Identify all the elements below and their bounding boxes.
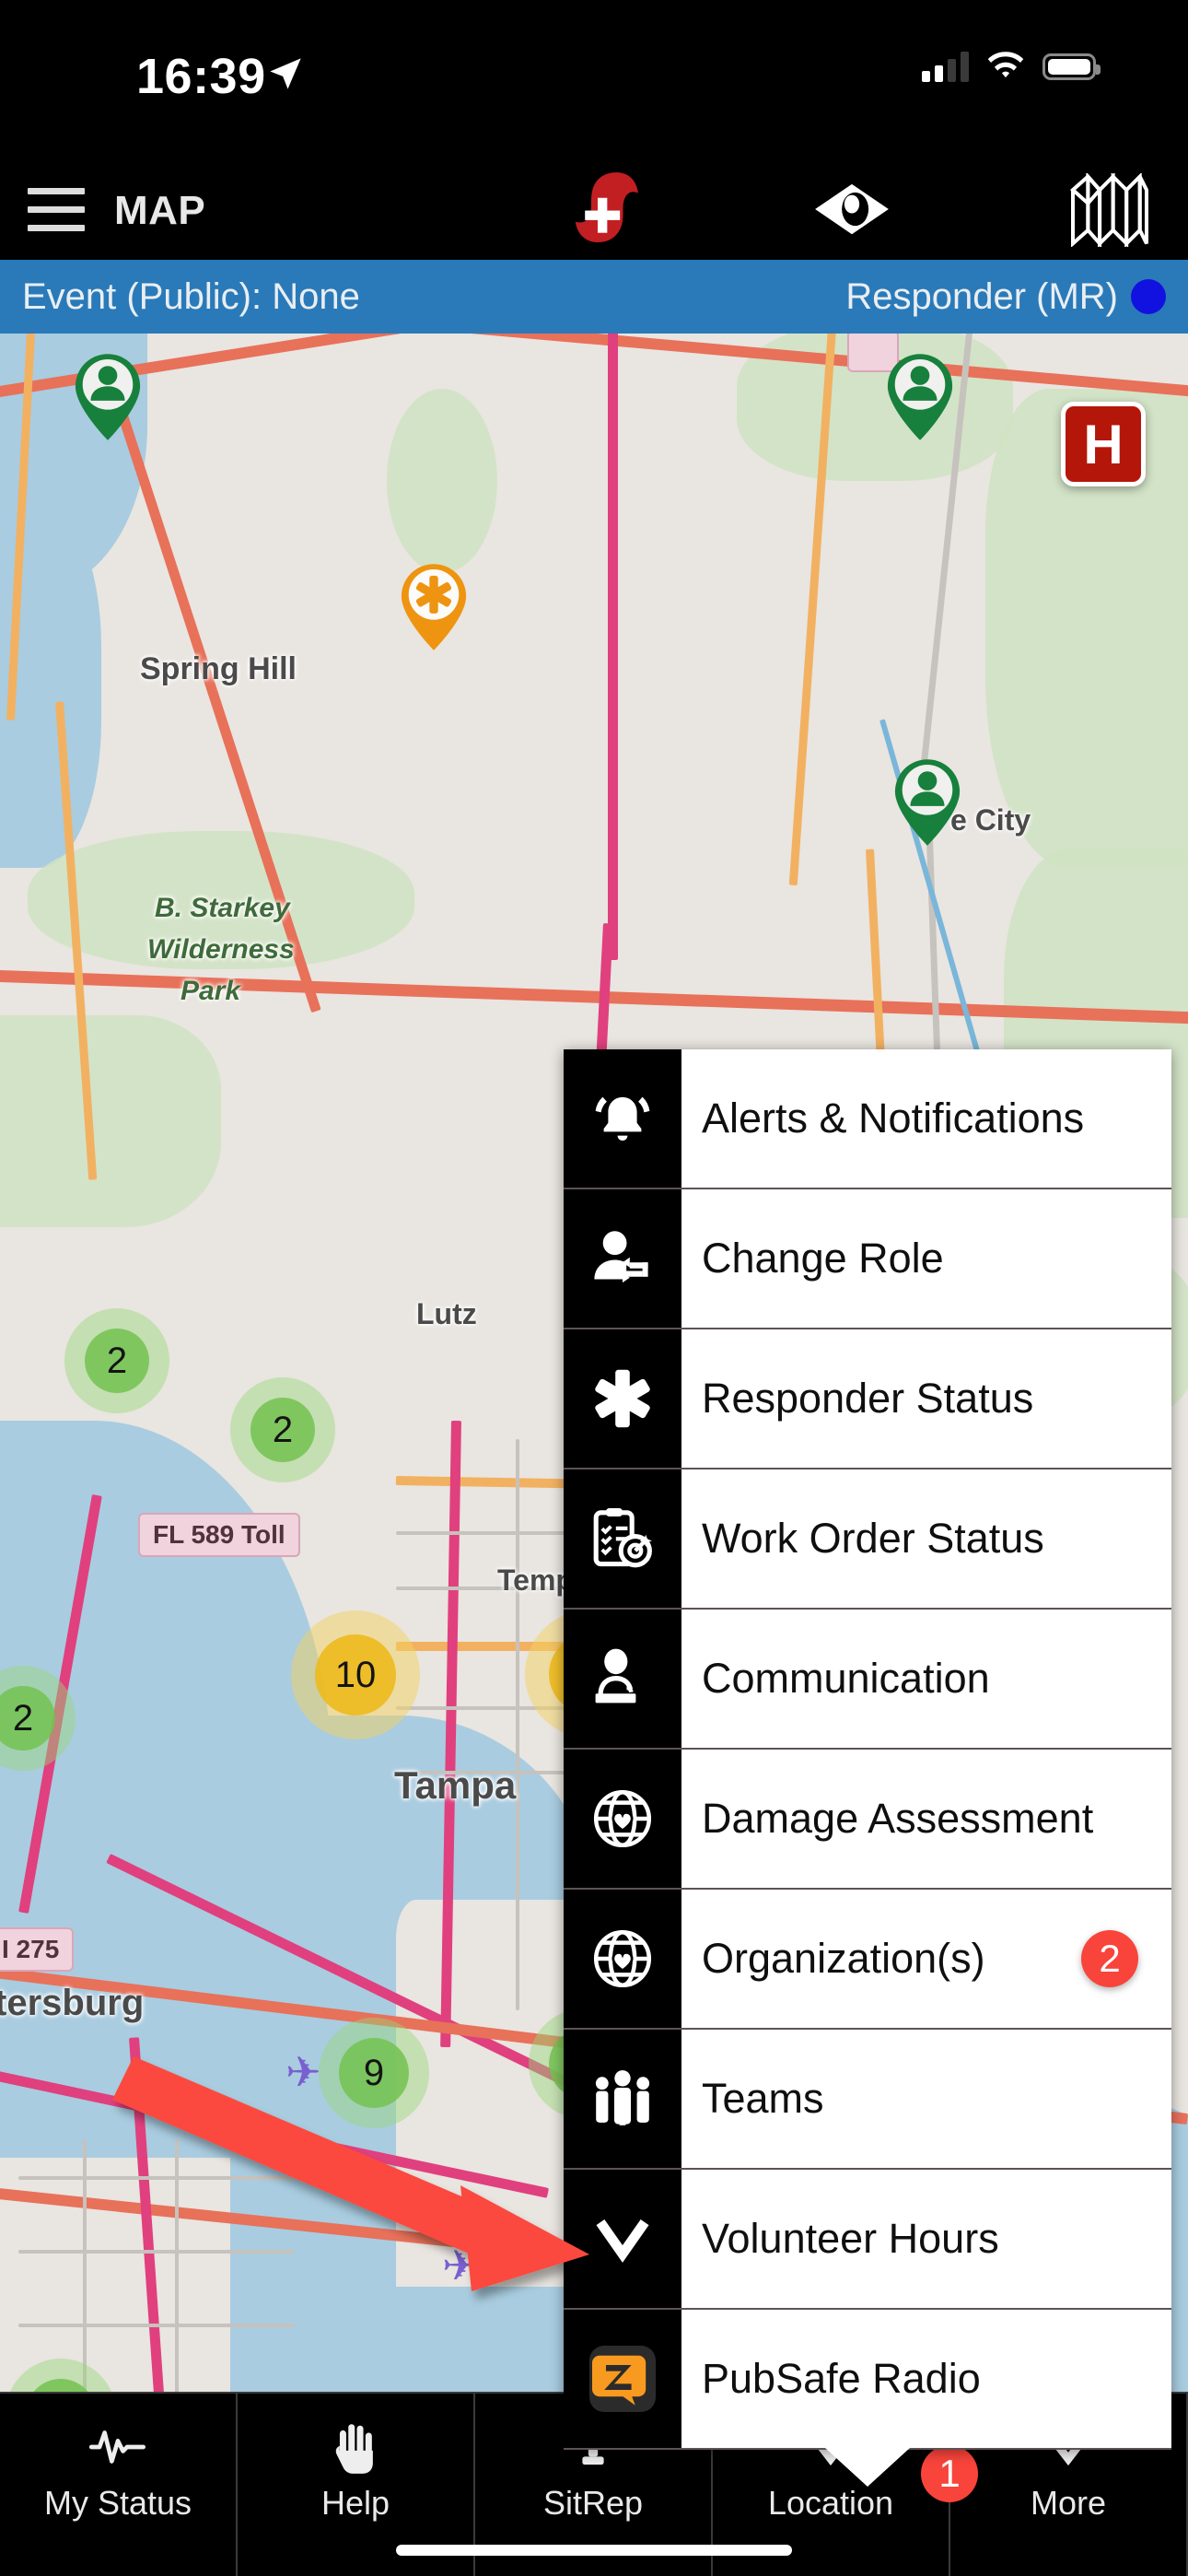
- map-cluster[interactable]: 2: [250, 1398, 315, 1462]
- battery-icon: [1042, 53, 1101, 80]
- menu-item-label: Responder Status: [702, 1375, 1034, 1422]
- wifi-icon: [987, 52, 1024, 78]
- responder-pin-icon[interactable]: [884, 352, 956, 442]
- role-indicator[interactable]: Responder (MR): [845, 276, 1166, 318]
- road-shield: I 275: [0, 1927, 75, 1972]
- pulse-waveform-icon: [89, 2414, 146, 2480]
- status-bar-clock: 16:39: [136, 49, 266, 104]
- map-label: B. Starkey: [155, 893, 290, 923]
- pubsafe-logo-icon[interactable]: [547, 168, 648, 260]
- menu-item-label: Teams: [702, 2075, 824, 2122]
- menu-item-volunteer-hours[interactable]: Volunteer Hours: [564, 2170, 1171, 2310]
- menu-pointer-tail: [825, 2448, 910, 2487]
- menu-item-communication[interactable]: Communication: [564, 1610, 1171, 1750]
- globe-heart-icon: [564, 1890, 681, 2028]
- chevron-down-icon: [564, 2170, 681, 2308]
- map-label: Wilderness: [147, 934, 295, 965]
- tab-label: SitRep: [542, 2484, 644, 2522]
- menu-item-label: Work Order Status: [702, 1515, 1044, 1562]
- map-label: Spring Hill: [140, 651, 297, 686]
- zello-radio-icon: [564, 2310, 681, 2448]
- page-title: MAP: [114, 188, 206, 233]
- map-label: Temp: [497, 1563, 574, 1597]
- menu-item-change-role[interactable]: Change Role: [564, 1189, 1171, 1329]
- menu-item-badge: 2: [1081, 1930, 1138, 1987]
- map-label: Park: [181, 976, 241, 1006]
- cellular-signal-icon: [922, 51, 969, 82]
- role-status-dot: [1131, 279, 1166, 314]
- menu-item-label: Change Role: [702, 1235, 944, 1282]
- eye-visibility-icon[interactable]: [801, 182, 903, 236]
- menu-item-teams[interactable]: Teams: [564, 2030, 1171, 2170]
- menu-item-label: Communication: [702, 1655, 990, 1702]
- raised-hand-icon: [327, 2414, 384, 2480]
- asterisk-star-icon: [564, 1329, 681, 1468]
- podium-speaker-icon: [564, 1610, 681, 1748]
- tab-badge: 1: [921, 2445, 978, 2502]
- tab-label: More: [1030, 2484, 1107, 2522]
- menu-item-label: Alerts & Notifications: [702, 1095, 1085, 1142]
- tab-label: Location: [767, 2484, 894, 2522]
- map-label: Lutz: [416, 1297, 477, 1330]
- responder-pin-icon[interactable]: [72, 352, 144, 442]
- app-screen: 16:39 MAP Event (Public): None Responder…: [0, 0, 1188, 2576]
- map-label: Tampa: [394, 1763, 517, 1807]
- map-cluster[interactable]: 10: [315, 1634, 396, 1715]
- globe-heart-icon: [564, 1750, 681, 1888]
- menu-item-organizations[interactable]: Organization(s) 2: [564, 1890, 1171, 2030]
- clipboard-target-icon: [564, 1469, 681, 1608]
- nav-bar: MAP: [0, 147, 1188, 260]
- people-group-icon: [564, 2030, 681, 2168]
- menu-item-alerts-notifications[interactable]: Alerts & Notifications: [564, 1049, 1171, 1189]
- location-arrow-icon: [270, 58, 301, 89]
- menu-item-work-order-status[interactable]: Work Order Status: [564, 1469, 1171, 1610]
- status-bar-indicators: [922, 51, 1101, 82]
- map-cluster[interactable]: 2: [85, 1329, 149, 1393]
- menu-item-label: PubSafe Radio: [702, 2355, 981, 2402]
- menu-item-responder-status[interactable]: Responder Status: [564, 1329, 1171, 1469]
- hamburger-menu-icon[interactable]: [28, 188, 85, 231]
- bell-icon: [564, 1049, 681, 1188]
- status-bar: 16:39: [0, 0, 1188, 147]
- menu-item-pubsafe-radio[interactable]: PubSafe Radio: [564, 2310, 1171, 2450]
- user-switch-icon: [564, 1189, 681, 1328]
- incident-pin-icon[interactable]: [398, 562, 470, 652]
- role-label: Responder (MR): [845, 275, 1118, 317]
- event-bar[interactable]: Event (Public): None Responder (MR): [0, 260, 1188, 334]
- responder-pin-icon[interactable]: [891, 757, 963, 848]
- menu-item-label: Volunteer Hours: [702, 2215, 999, 2262]
- tab-label: Help: [320, 2484, 390, 2522]
- home-indicator[interactable]: [396, 2545, 792, 2556]
- tab-my-status[interactable]: My Status: [0, 2394, 238, 2576]
- menu-item-damage-assessment[interactable]: Damage Assessment: [564, 1750, 1171, 1890]
- map-layers-icon[interactable]: [1068, 173, 1151, 247]
- more-menu-panel: Alerts & Notifications Change Role Respo…: [564, 1049, 1171, 2487]
- road-shield: FL 589 Toll: [138, 1513, 300, 1557]
- airport-icon: ✈: [285, 2048, 321, 2096]
- event-label: Event (Public): None: [22, 275, 360, 317]
- hospital-button[interactable]: H: [1061, 402, 1146, 486]
- map-cluster[interactable]: 9: [339, 2038, 409, 2108]
- map-label: tersburg: [0, 1983, 145, 2023]
- airport-icon: ✈: [442, 2242, 478, 2289]
- tab-label: My Status: [43, 2484, 192, 2522]
- menu-item-label: Damage Assessment: [702, 1795, 1094, 1842]
